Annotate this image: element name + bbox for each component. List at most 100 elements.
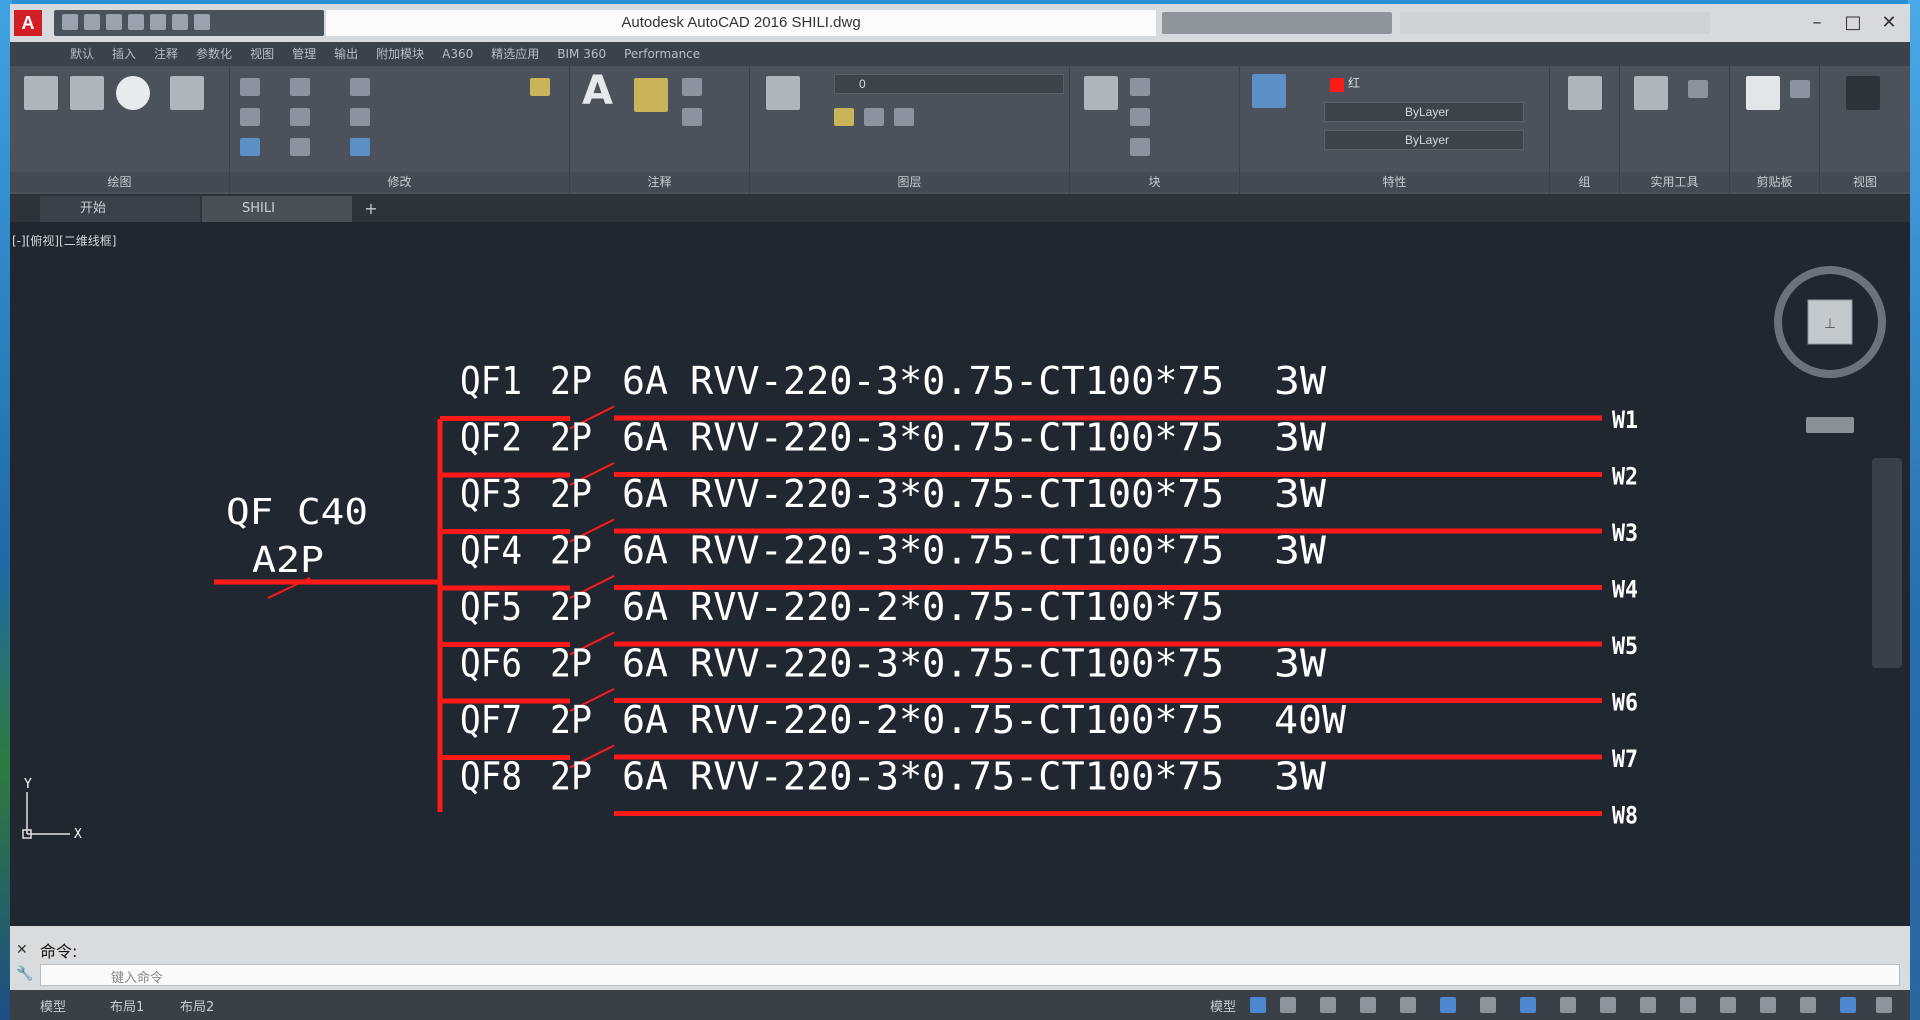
paste-icon[interactable] [1746, 76, 1780, 110]
tab-shili[interactable]: SHILI [202, 196, 352, 222]
help-search-input[interactable] [1162, 12, 1392, 34]
ribbon-tab[interactable]: 输出 [334, 42, 358, 66]
edit-attributes-icon[interactable] [1130, 138, 1150, 156]
isolate-objects-icon[interactable] [1800, 997, 1816, 1013]
id-point-icon[interactable] [1688, 80, 1708, 98]
layer-dropdown[interactable]: 0 [834, 74, 1064, 94]
polyline-tool-icon[interactable] [70, 76, 104, 110]
osnap-icon[interactable] [1440, 997, 1456, 1013]
group-icon[interactable] [1568, 76, 1602, 110]
modify-panel-label[interactable]: 修改 [230, 172, 569, 192]
ribbon-tab[interactable]: 管理 [292, 42, 316, 66]
layer-properties-icon[interactable] [766, 76, 800, 110]
tab-start[interactable]: 开始 [40, 196, 200, 222]
new-file-icon[interactable] [62, 14, 78, 30]
circle-tool-icon[interactable] [116, 76, 150, 110]
viewcube[interactable]: ⊥ [1770, 262, 1890, 382]
application-menu-button[interactable]: A [14, 10, 42, 36]
save-icon[interactable] [106, 14, 122, 30]
draw-panel-label[interactable]: 绘图 [10, 172, 229, 192]
maximize-button[interactable]: □ [1836, 8, 1870, 38]
ribbon-tab[interactable]: 参数化 [196, 42, 232, 66]
move-icon[interactable] [240, 78, 260, 96]
drawing-canvas[interactable]: [-][俯视][二维线框] Y X QF C40 A2P QF1 2P 6A RVV-… [10, 222, 1910, 926]
lineweight-dropdown[interactable]: ByLayer [1324, 130, 1524, 150]
groups-panel-label[interactable]: 组 [1550, 172, 1619, 192]
units-icon[interactable] [1680, 997, 1696, 1013]
view-panel-label[interactable]: 视图 [1820, 172, 1910, 192]
quick-properties-icon[interactable] [1720, 997, 1736, 1013]
isodraft-icon[interactable] [1400, 997, 1416, 1013]
lock-ui-icon[interactable] [1760, 997, 1776, 1013]
line-tool-icon[interactable] [24, 76, 58, 110]
scale-icon[interactable] [290, 138, 310, 156]
array-icon[interactable] [350, 138, 370, 156]
ribbon-tab[interactable]: 默认 [70, 42, 94, 66]
trim-icon[interactable] [350, 78, 370, 96]
model-space-toggle[interactable]: 模型 [1210, 996, 1236, 1015]
annotation-monitor-icon[interactable] [1640, 997, 1656, 1013]
grid-icon[interactable] [1250, 997, 1266, 1013]
new-tab-button[interactable]: + [360, 198, 382, 220]
insert-block-icon[interactable] [1084, 76, 1118, 110]
edit-block-icon[interactable] [1130, 108, 1150, 126]
workspace-icon[interactable] [1600, 997, 1616, 1013]
annotation-panel-label[interactable]: 注释 [570, 172, 749, 192]
layer-match-icon[interactable] [894, 108, 914, 126]
block-panel-label[interactable]: 块 [1070, 172, 1239, 192]
ribbon-tab[interactable]: 视图 [250, 42, 274, 66]
ortho-icon[interactable] [1320, 997, 1336, 1013]
open-file-icon[interactable] [84, 14, 100, 30]
transparency-icon[interactable] [1520, 997, 1536, 1013]
layer-freeze-icon[interactable] [834, 108, 854, 126]
layers-panel-label[interactable]: 图层 [750, 172, 1069, 192]
arc-tool-icon[interactable] [170, 76, 204, 110]
close-icon[interactable]: ✕ [16, 942, 28, 958]
fillet-icon[interactable] [350, 108, 370, 126]
base-view-icon[interactable] [1846, 76, 1880, 110]
copy-icon[interactable] [240, 108, 260, 126]
text-tool-icon[interactable]: A [582, 68, 613, 114]
ribbon-tab[interactable]: 注释 [154, 42, 178, 66]
customize-icon[interactable]: 🔧 [16, 966, 33, 982]
tab-layout2[interactable]: 布局2 [180, 996, 214, 1015]
wcs-menu-button[interactable] [1806, 417, 1854, 433]
color-dropdown[interactable]: 红 [1324, 74, 1524, 94]
measure-icon[interactable] [1634, 76, 1668, 110]
ribbon-tab[interactable]: 精选应用 [491, 42, 539, 66]
match-properties-icon[interactable] [1252, 74, 1286, 108]
hardware-acceleration-icon[interactable] [1840, 997, 1856, 1013]
sign-in-area[interactable] [1400, 12, 1710, 34]
ribbon-tab[interactable]: 插入 [112, 42, 136, 66]
customize-statusbar-icon[interactable] [1876, 997, 1892, 1013]
stretch-icon[interactable] [240, 138, 260, 156]
layer-lock-icon[interactable] [864, 108, 884, 126]
mirror-icon[interactable] [290, 108, 310, 126]
lineweight-icon[interactable] [1480, 997, 1496, 1013]
create-block-icon[interactable] [1130, 78, 1150, 96]
annotation-scale-icon[interactable] [1560, 997, 1576, 1013]
dimension-tool-icon[interactable] [634, 78, 668, 112]
tab-layout1[interactable]: 布局1 [110, 996, 144, 1015]
clipboard-panel-label[interactable]: 剪贴板 [1730, 172, 1819, 192]
undo-icon[interactable] [172, 14, 188, 30]
tab-model[interactable]: 模型 [40, 996, 66, 1015]
utilities-panel-label[interactable]: 实用工具 [1620, 172, 1729, 192]
snap-icon[interactable] [1280, 997, 1296, 1013]
polar-icon[interactable] [1360, 997, 1376, 1013]
ribbon-tab[interactable]: Performance [624, 42, 700, 66]
rotate-icon[interactable] [290, 78, 310, 96]
leader-icon[interactable] [682, 78, 702, 96]
erase-icon[interactable] [530, 78, 550, 96]
ribbon-tab[interactable]: 附加模块 [376, 42, 424, 66]
properties-panel-label[interactable]: 特性 [1240, 172, 1549, 192]
plot-icon[interactable] [150, 14, 166, 30]
table-icon[interactable] [682, 108, 702, 126]
close-button[interactable]: ✕ [1872, 8, 1906, 38]
navigation-bar[interactable] [1872, 458, 1902, 668]
minimize-button[interactable]: – [1800, 8, 1834, 38]
ribbon-tab[interactable]: A360 [442, 42, 473, 66]
command-input[interactable]: 键入命令 [40, 964, 1900, 986]
ribbon-tab[interactable]: BIM 360 [557, 42, 606, 66]
copy-clip-icon[interactable] [1790, 80, 1810, 98]
